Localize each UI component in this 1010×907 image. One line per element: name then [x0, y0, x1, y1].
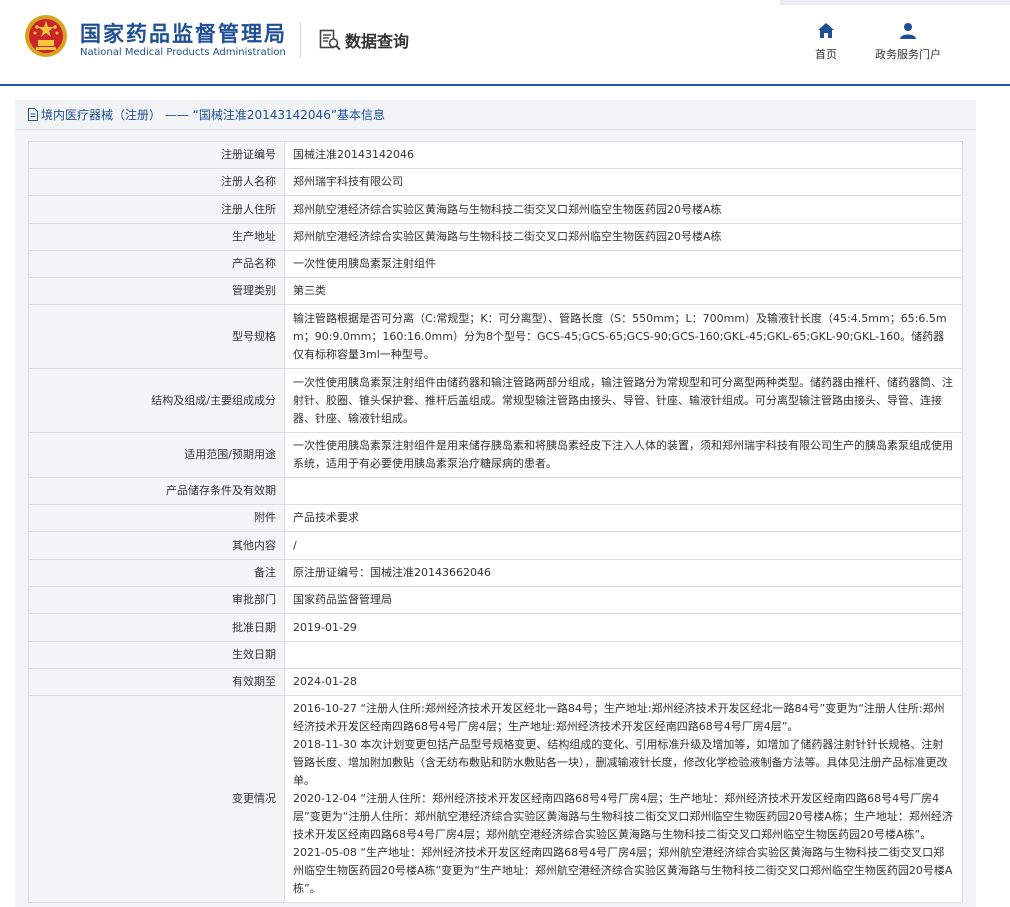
row-label: 审批部门	[28, 586, 285, 614]
row-value: 第三类	[284, 277, 963, 305]
row-label: 有效期至	[28, 668, 285, 696]
header-divider	[300, 22, 301, 58]
nav-service-portal-label: 政务服务门户	[875, 48, 941, 61]
user-icon	[900, 23, 916, 39]
row-value	[284, 641, 963, 669]
table-row: 适用范围/预期用途 一次性使用胰岛素泵注射组件是用来储存胰岛素和将胰岛素经皮下注…	[28, 432, 963, 478]
table-row: 产品储存条件及有效期	[28, 477, 963, 505]
change-entry: 2018-11-30 本次计划变更包括产品型号规格变更、结构组成的变化、引用标准…	[293, 738, 948, 787]
row-value: 输注管路根据是否可分离（C:常规型；K：可分离型）、管路长度（S：550mm；L…	[284, 304, 963, 369]
row-label: 注册人住所	[28, 195, 285, 224]
row-value: 国家药品监督管理局	[284, 586, 963, 614]
table-row: 附件 产品技术要求	[28, 504, 963, 532]
table-row: 注册人名称 郑州瑞宇科技有限公司	[28, 168, 963, 196]
row-value: 郑州瑞宇科技有限公司	[284, 168, 963, 196]
row-value: /	[284, 531, 963, 560]
table-row: 备注 原注册证编号：国械注准20143662046	[28, 559, 963, 587]
row-label: 批准日期	[28, 613, 285, 642]
data-query-link[interactable]: 数据查询	[318, 27, 409, 53]
table-row: 有效期至 2024-01-28	[28, 668, 963, 696]
row-value: 一次性使用胰岛素泵注射组件是用来储存胰岛素和将胰岛素经皮下注入人体的装置，须和郑…	[284, 432, 963, 478]
change-entry: 2016-10-27 “注册人住所:郑州经济技术开发区经北一路84号；生产地址:…	[293, 702, 945, 733]
table-row-changes: 变更情况 2016-10-27 “注册人住所:郑州经济技术开发区经北一路84号；…	[28, 695, 963, 903]
table-row: 产品名称 一次性使用胰岛素泵注射组件	[28, 250, 963, 278]
row-label: 其他内容	[28, 531, 285, 560]
row-value: 郑州航空港经济综合实验区黄海路与生物科技二街交叉口郑州临空生物医药园20号楼A栋	[284, 223, 963, 251]
top-strip	[780, 0, 1010, 5]
national-emblem-icon	[25, 15, 67, 57]
search-document-icon	[319, 29, 341, 51]
table-row: 审批部门 国家药品监督管理局	[28, 586, 963, 614]
row-value: 原注册证编号：国械注准20143662046	[284, 559, 963, 587]
row-label: 适用范围/预期用途	[28, 432, 285, 478]
table-row: 注册人住所 郑州航空港经济综合实验区黄海路与生物科技二街交叉口郑州临空生物医药园…	[28, 195, 963, 224]
row-label: 生效日期	[28, 641, 285, 669]
row-value	[284, 477, 963, 505]
nav-service-portal[interactable]: 政务服务门户	[875, 22, 941, 62]
row-value: 2019-01-29	[284, 613, 963, 642]
nav-home-label: 首页	[815, 48, 837, 61]
row-label: 附件	[28, 504, 285, 532]
row-label: 产品名称	[28, 250, 285, 278]
row-value: 国械注准20143142046	[284, 141, 963, 169]
table-row: 型号规格 输注管路根据是否可分离（C:常规型；K：可分离型）、管路长度（S：55…	[28, 304, 963, 369]
row-label: 产品储存条件及有效期	[28, 477, 285, 505]
document-icon	[28, 108, 38, 121]
table-row: 其他内容 /	[28, 531, 963, 560]
row-value: 一次性使用胰岛素泵注射组件	[284, 250, 963, 278]
table-row: 生效日期	[28, 641, 963, 669]
row-value: 2024-01-28	[284, 668, 963, 696]
changes-value: 2016-10-27 “注册人住所:郑州经济技术开发区经北一路84号；生产地址:…	[284, 695, 963, 903]
table-row: 结构及组成/主要组成成分 一次性使用胰岛素泵注射组件由储药器和输注管路两部分组成…	[28, 368, 963, 433]
brand-subtitle: National Medical Products Administration	[80, 47, 286, 58]
change-entry: 2021-05-08 “生产地址：郑州经济技术开发区经南四路68号4号厂房4层；…	[293, 846, 953, 895]
panel-title: 境内医疗器械（注册） —— “国械注准20143142046”基本信息	[41, 108, 386, 122]
row-label: 注册人名称	[28, 168, 285, 196]
row-label: 型号规格	[28, 304, 285, 369]
row-label: 注册证编号	[28, 141, 285, 169]
data-query-label: 数据查询	[345, 32, 410, 51]
table-row: 管理类别 第三类	[28, 277, 963, 305]
change-entry: 2020-12-04 “注册人住所：郑州经济技术开发区经南四路68号4号厂房4层…	[293, 792, 953, 841]
row-label: 结构及组成/主要组成成分	[28, 368, 285, 433]
registration-info-table: 注册证编号 国械注准20143142046 注册人名称 郑州瑞宇科技有限公司 注…	[28, 141, 963, 903]
panel-header: 境内医疗器械（注册） —— “国械注准20143142046”基本信息	[15, 100, 976, 130]
changes-label: 变更情况	[28, 695, 285, 903]
row-label: 管理类别	[28, 277, 285, 305]
row-label: 备注	[28, 559, 285, 587]
brand-title[interactable]: 国家药品监督管理局	[80, 18, 287, 48]
home-icon	[818, 23, 834, 38]
row-label: 生产地址	[28, 223, 285, 251]
nav-home[interactable]: 首页	[815, 22, 837, 62]
row-value: 一次性使用胰岛素泵注射组件由储药器和输注管路两部分组成，输注管路分为常规型和可分…	[284, 368, 963, 433]
table-row: 注册证编号 国械注准20143142046	[28, 141, 963, 169]
site-header: 国家药品监督管理局 National Medical Products Admi…	[0, 0, 1010, 86]
table-row: 生产地址 郑州航空港经济综合实验区黄海路与生物科技二街交叉口郑州临空生物医药园2…	[28, 223, 963, 251]
row-value: 产品技术要求	[284, 504, 963, 532]
table-row: 批准日期 2019-01-29	[28, 613, 963, 642]
row-value: 郑州航空港经济综合实验区黄海路与生物科技二街交叉口郑州临空生物医药园20号楼A栋	[284, 195, 963, 224]
